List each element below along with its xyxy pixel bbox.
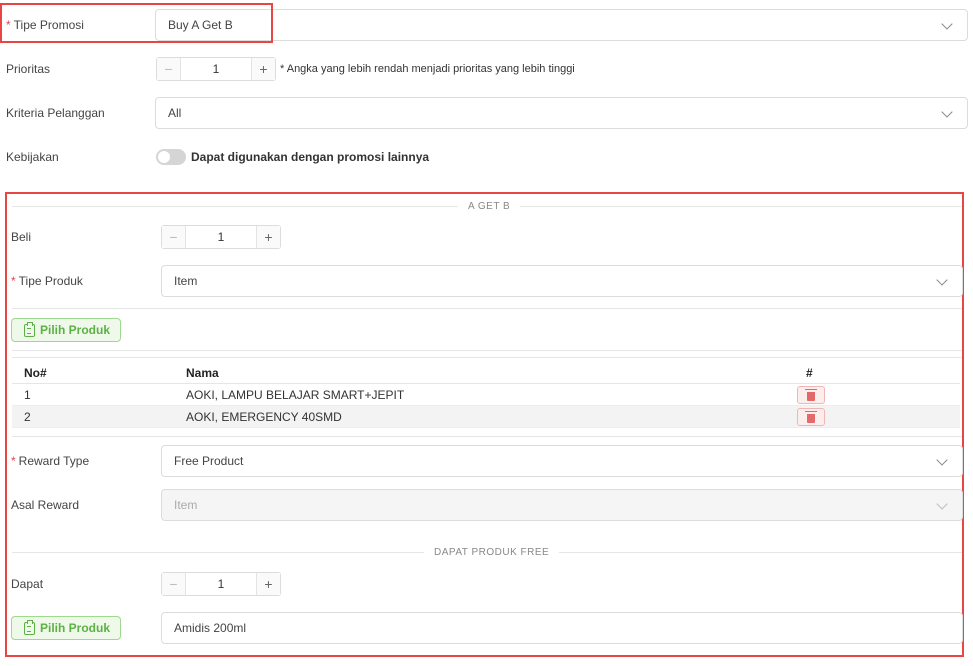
trash-icon [805,388,817,401]
kebijakan-toggle-label: Dapat digunakan dengan promosi lainnya [191,150,430,164]
clipboard-icon [24,321,35,337]
reward-type-value: Free Product [174,454,244,468]
row-divider [12,436,962,437]
chevron-down-icon [936,454,948,466]
dapat-stepper[interactable]: − 1 + [161,572,281,596]
prioritas-hint: * Angka yang lebih rendah menjadi priori… [280,63,575,75]
chevron-down-icon [941,106,953,118]
trash-icon [805,410,817,423]
highlight-tipe-promosi [0,3,273,43]
row-nama: AOKI, EMERGENCY 40SMD [186,409,342,424]
table-row: 2 AOKI, EMERGENCY 40SMD [12,406,960,428]
tipe-produk-label: * Tipe Produk [11,274,83,288]
kebijakan-toggle[interactable] [156,149,186,165]
pilih-produk-free-button[interactable]: Pilih Produk [11,616,122,640]
increment-button[interactable]: + [256,573,280,595]
decrement-button[interactable]: − [157,58,181,80]
beli-value[interactable]: 1 [186,226,256,248]
header-nama: Nama [186,365,219,380]
delete-button[interactable] [797,386,825,404]
tipe-produk-select[interactable]: Item [161,265,963,297]
section-title-a-get-b: A GET B [458,201,521,212]
prioritas-label: Prioritas [6,62,51,76]
increment-button[interactable]: + [251,58,275,80]
chevron-down-icon [936,498,948,510]
chevron-down-icon [941,18,953,30]
row-divider [12,357,962,358]
header-action: # [806,365,813,380]
decrement-button[interactable]: − [162,573,186,595]
kriteria-label: Kriteria Pelanggan [6,106,105,120]
beli-label: Beli [11,230,32,244]
clipboard-icon [24,619,35,635]
free-product-value: Amidis 200ml [174,621,247,635]
prioritas-stepper[interactable]: − 1 + [156,57,276,81]
chevron-down-icon [936,274,948,286]
table-header: No# Nama # [12,362,960,384]
asal-reward-select: Item [161,489,963,521]
tipe-promosi-select[interactable]: Buy A Get B [155,9,968,41]
tipe-produk-value: Item [174,274,198,288]
free-product-field[interactable]: Amidis 200ml [161,612,963,644]
prioritas-value[interactable]: 1 [181,58,251,80]
kriteria-value: All [168,106,182,120]
row-nama: AOKI, LAMPU BELAJAR SMART+JEPIT [186,387,405,402]
reward-type-select[interactable]: Free Product [161,445,963,477]
header-no: No# [24,365,47,380]
asal-reward-label: Asal Reward [11,498,80,512]
reward-type-label: * Reward Type [11,454,90,468]
delete-button[interactable] [797,408,825,426]
asal-reward-value: Item [174,498,198,512]
pilih-produk-label: Pilih Produk [40,323,111,337]
dapat-label: Dapat [11,577,44,591]
kebijakan-label: Kebijakan [6,150,59,164]
toggle-knob [158,151,170,163]
beli-stepper[interactable]: − 1 + [161,225,281,249]
table-row: 1 AOKI, LAMPU BELAJAR SMART+JEPIT [12,384,960,406]
row-divider [12,350,962,351]
row-divider [12,308,962,309]
decrement-button[interactable]: − [162,226,186,248]
row-no: 2 [24,409,31,424]
dapat-value[interactable]: 1 [186,573,256,595]
row-no: 1 [24,387,31,402]
section-title-dapat-produk-free: DAPAT PRODUK FREE [424,547,560,558]
increment-button[interactable]: + [256,226,280,248]
kriteria-select[interactable]: All [155,97,968,129]
pilih-produk-button[interactable]: Pilih Produk [11,318,122,342]
pilih-produk-label: Pilih Produk [40,621,111,635]
